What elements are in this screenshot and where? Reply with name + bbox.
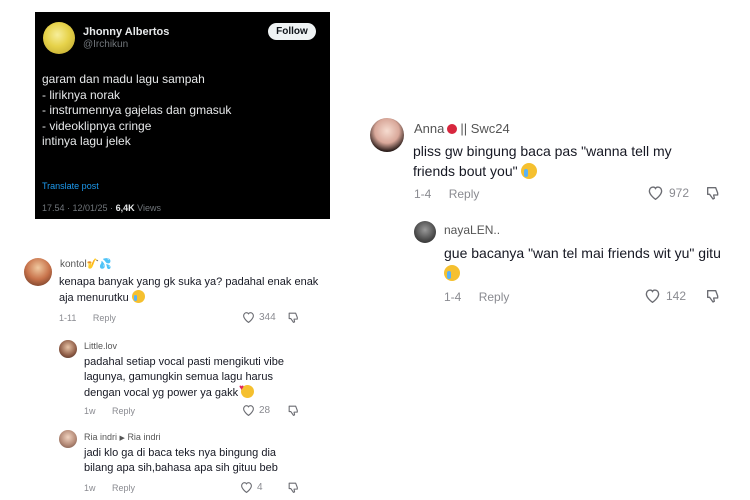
avatar[interactable] bbox=[59, 430, 77, 448]
dislike-icon[interactable] bbox=[287, 404, 300, 417]
dislike-icon[interactable] bbox=[705, 288, 721, 304]
reply-age: 1w bbox=[84, 483, 96, 493]
heart-icon bbox=[241, 482, 252, 493]
dislike-icon[interactable] bbox=[287, 311, 300, 324]
reply-age: 1-4 bbox=[444, 290, 462, 304]
tweet-line: - liriknya norak bbox=[42, 87, 121, 102]
comment-meta: 1-11 Reply bbox=[59, 313, 116, 323]
like-count: 972 bbox=[669, 185, 690, 200]
reply-text: jadi klo ga di baca teks nya bingung dia… bbox=[84, 447, 278, 474]
tweet-views-count: 6,4K bbox=[115, 203, 135, 213]
tweet-views-label: Views bbox=[137, 203, 161, 213]
like-count: 4 bbox=[257, 481, 263, 493]
comment-age: 1-4 bbox=[414, 187, 432, 201]
reply-text: padahal setiap vocal pasti mengikuti vib… bbox=[84, 355, 306, 401]
comment-username[interactable]: Anna || Swc24 bbox=[414, 121, 510, 136]
decor-emoji-icon: 💦 bbox=[99, 259, 112, 270]
tweet-meta: 17.54 · 12/01/25 · 6,4K Views bbox=[42, 203, 161, 213]
comment-username[interactable]: kontol🎷💦 bbox=[60, 259, 112, 270]
follow-button[interactable]: Follow bbox=[268, 23, 316, 40]
crying-emoji-icon bbox=[521, 163, 538, 179]
heart-icon bbox=[648, 186, 663, 200]
reply-age: 1w bbox=[84, 406, 96, 416]
like-button[interactable]: 142 bbox=[644, 288, 686, 303]
decor-emoji-icon: 🎷 bbox=[86, 259, 100, 270]
heart-icon bbox=[645, 289, 660, 303]
reply-to-username[interactable]: Ria indri bbox=[127, 432, 160, 442]
like-count: 28 bbox=[259, 404, 271, 416]
reply-meta: 1w Reply bbox=[84, 406, 135, 416]
tweet-line: garam dan madu lagu sampah bbox=[42, 72, 205, 86]
like-count: 344 bbox=[259, 311, 276, 323]
translate-post-link[interactable]: Translate post bbox=[42, 181, 99, 191]
like-button[interactable]: 4 bbox=[240, 481, 263, 493]
tweet-author-handle[interactable]: @Irchikun bbox=[83, 39, 128, 50]
crying-emoji-icon bbox=[131, 290, 145, 303]
avatar[interactable] bbox=[414, 221, 436, 243]
dislike-icon[interactable] bbox=[705, 185, 721, 201]
like-count: 142 bbox=[666, 288, 687, 303]
reply-meta: 1w Reply bbox=[84, 483, 135, 493]
apple-emoji-icon bbox=[447, 124, 458, 134]
tweet-line: intinya lagu jelek bbox=[42, 134, 131, 148]
comment-text: kenapa banyak yang gk suka ya? padahal e… bbox=[59, 276, 319, 304]
comment-meta: 1-4 Reply bbox=[414, 187, 479, 201]
reply-arrow-icon: ▶ bbox=[119, 435, 125, 442]
reply-button[interactable]: Reply bbox=[93, 313, 116, 323]
tweet-text: garam dan madu lagu sampah - liriknya no… bbox=[42, 72, 322, 150]
tweet-card: Jhonny Albertos @Irchikun Follow garam d… bbox=[35, 12, 330, 219]
reply-username[interactable]: Little.lov bbox=[84, 341, 117, 351]
heart-icon bbox=[243, 312, 254, 323]
smiling-hearts-emoji-icon bbox=[239, 380, 255, 398]
comment-age: 1-11 bbox=[59, 313, 77, 323]
reply-button[interactable]: Reply bbox=[449, 187, 480, 201]
crying-emoji-icon bbox=[444, 265, 460, 281]
tweet-author-name[interactable]: Jhonny Albertos bbox=[83, 26, 169, 38]
avatar[interactable] bbox=[24, 258, 52, 286]
tweet-line: - instrumennya gajelas dan gmasuk bbox=[42, 103, 232, 117]
reply-text: gue bacanya "wan tel mai friends wit yu"… bbox=[444, 243, 734, 283]
reply-button[interactable]: Reply bbox=[112, 483, 135, 493]
tweet-timestamp: 17.54 · 12/01/25 · bbox=[42, 203, 114, 213]
reply-button[interactable]: Reply bbox=[479, 290, 510, 304]
avatar[interactable] bbox=[59, 340, 77, 358]
heart-icon bbox=[243, 405, 254, 416]
dislike-icon[interactable] bbox=[287, 481, 300, 494]
comment-text: pliss gw bingung baca pas "wanna tell my… bbox=[413, 143, 672, 179]
tweet-line: - videoklipnya cringe bbox=[42, 118, 152, 133]
tweet-avatar[interactable] bbox=[43, 22, 75, 54]
reply-button[interactable]: Reply bbox=[112, 406, 135, 416]
like-button[interactable]: 28 bbox=[242, 404, 270, 416]
like-button[interactable]: 972 bbox=[647, 185, 689, 200]
reply-meta: 1-4 Reply bbox=[444, 290, 509, 304]
reply-username[interactable]: Ria indri ▶ Ria indri bbox=[84, 432, 160, 442]
reply-username[interactable]: nayaLEN.. bbox=[444, 223, 500, 237]
avatar[interactable] bbox=[370, 118, 404, 152]
like-button[interactable]: 344 bbox=[242, 311, 276, 323]
